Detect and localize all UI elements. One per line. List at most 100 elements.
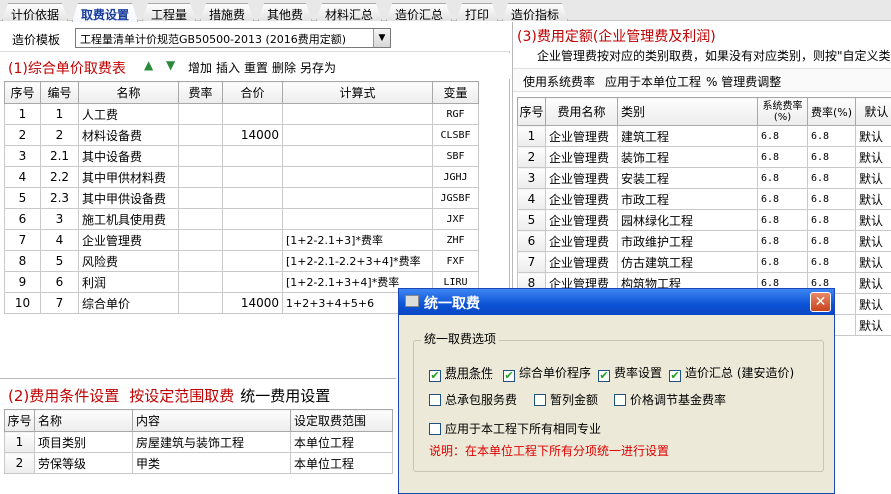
table-cell[interactable] — [222, 166, 283, 188]
table-cell[interactable]: 仿古建筑工程 — [617, 251, 758, 273]
add-button[interactable]: 增加 — [188, 59, 212, 76]
table-cell[interactable]: 1 — [4, 103, 41, 125]
table-cell[interactable] — [282, 166, 433, 188]
table-cell[interactable]: [1+2-2.1+3]*费率 — [282, 229, 433, 251]
table-cell[interactable]: 企业管理费 — [78, 229, 179, 251]
table-cell[interactable]: 6.8 — [807, 167, 856, 189]
table-cell[interactable]: 6.8 — [757, 209, 808, 231]
table-cell[interactable]: 4 — [40, 229, 79, 251]
table-cell[interactable]: 4 — [4, 166, 41, 188]
table-cell[interactable]: 2 — [517, 146, 546, 168]
tab-pricing-basis[interactable]: 计价依据 — [2, 3, 68, 21]
table-cell[interactable]: 默认 — [855, 251, 891, 273]
table-cell[interactable]: 1 — [517, 125, 546, 147]
table-row[interactable]: 6 3 施工机具使用费 JXF — [4, 208, 479, 230]
tab-other-fee[interactable]: 其他费 — [258, 3, 312, 21]
table-cell[interactable]: 2.2 — [40, 166, 79, 188]
table-cell[interactable] — [222, 208, 283, 230]
table-cell[interactable] — [222, 271, 283, 293]
table-cell[interactable]: 默认 — [855, 188, 891, 210]
checkbox-rate-setting[interactable]: ✔ 费率设置 — [598, 364, 662, 382]
table-row[interactable]: 1 企业管理费 建筑工程 6.8 6.8 默认 — [517, 125, 891, 147]
table-cell[interactable] — [178, 187, 223, 209]
table-cell[interactable]: SBF — [432, 145, 479, 167]
table-row[interactable]: 4 2.2 其中甲供材料费 JGHJ — [4, 166, 479, 188]
table-cell[interactable]: JGSBF — [432, 187, 479, 209]
table-cell[interactable]: 7 — [4, 229, 41, 251]
table-cell[interactable]: 企业管理费 — [545, 125, 618, 147]
tab-fee-settings[interactable]: 取费设置 — [72, 3, 138, 22]
table-cell[interactable] — [282, 187, 433, 209]
table-row[interactable]: 3 2.1 其中设备费 SBF — [4, 145, 479, 167]
table-cell[interactable]: 2 — [40, 124, 79, 146]
table-cell[interactable]: 项目类别 — [34, 431, 133, 453]
table-cell[interactable]: 默认 — [855, 209, 891, 231]
tab-cost-summary[interactable]: 造价汇总 — [386, 3, 452, 21]
checkbox-cost-summary[interactable]: ✔ 造价汇总 (建安造价) — [669, 364, 794, 382]
table-row[interactable]: 6 企业管理费 市政维护工程 6.8 6.8 默认 — [517, 230, 891, 252]
checkbox-box[interactable]: ✔ — [669, 370, 681, 382]
table-cell[interactable]: ZHF — [432, 229, 479, 251]
table-cell[interactable]: 施工机具使用费 — [78, 208, 179, 230]
arrow-up-icon[interactable]: ▲ — [144, 59, 156, 71]
table-cell[interactable]: 甲类 — [132, 452, 291, 474]
table-cell[interactable]: [1+2-2.1-2.2+3+4]*费率 — [282, 250, 433, 272]
table-cell[interactable]: 人工费 — [78, 103, 179, 125]
table-cell[interactable]: 市政工程 — [617, 188, 758, 210]
table-cell[interactable]: 6.8 — [757, 146, 808, 168]
table-cell[interactable] — [178, 292, 223, 314]
table-cell[interactable] — [282, 103, 433, 125]
close-icon[interactable]: ✕ — [810, 292, 831, 312]
table-cell[interactable]: 默认 — [855, 293, 891, 315]
checkbox-fee-condition[interactable]: ✔ 费用条件 — [429, 364, 493, 382]
checkbox-provisional-sum[interactable]: 暂列金额 — [534, 391, 598, 408]
table-cell[interactable]: 利润 — [78, 271, 179, 293]
checkbox-apply-same-specialty[interactable]: 应用于本工程下所有相同专业 — [429, 420, 601, 437]
table-cell[interactable]: 6.8 — [807, 251, 856, 273]
table-cell[interactable]: 默认 — [855, 125, 891, 147]
table-cell[interactable]: 综合单价 — [78, 292, 179, 314]
table-cell[interactable]: 6.8 — [807, 209, 856, 231]
table-cell[interactable]: 默认 — [855, 314, 891, 336]
table-row[interactable]: 8 5 风险费 [1+2-2.1-2.2+3+4]*费率 FXF — [4, 250, 479, 272]
table-cell[interactable]: 3 — [40, 208, 79, 230]
table-cell[interactable]: 6.8 — [807, 230, 856, 252]
table-row[interactable]: 2 2 材料设备费 14000 CLSBF — [4, 124, 479, 146]
table-cell[interactable]: 本单位工程 — [290, 431, 393, 453]
checkbox-unit-price-program[interactable]: ✔ 综合单价程序 — [503, 364, 591, 382]
table-cell[interactable]: 劳保等级 — [34, 452, 133, 474]
table-cell[interactable] — [178, 166, 223, 188]
template-select[interactable]: 工程量清单计价规范GB50500-2013 (2016费用定额) ▼ — [75, 28, 391, 48]
table-cell[interactable]: 10 — [4, 292, 41, 314]
table-cell[interactable] — [178, 250, 223, 272]
table-cell[interactable]: 2 — [4, 452, 35, 474]
checkbox-box[interactable]: ✔ — [598, 370, 610, 382]
chevron-down-icon[interactable]: ▼ — [373, 29, 390, 47]
table-cell[interactable]: 5 — [517, 209, 546, 231]
table-cell[interactable]: 默认 — [855, 272, 891, 294]
table-row[interactable]: 7 4 企业管理费 [1+2-2.1+3]*费率 ZHF — [4, 229, 479, 251]
table-cell[interactable]: 6.8 — [757, 251, 808, 273]
table-cell[interactable]: CLSBF — [432, 124, 479, 146]
table-cell[interactable]: 其中甲供材料费 — [78, 166, 179, 188]
table-cell[interactable] — [178, 145, 223, 167]
table-cell[interactable]: 14000 — [222, 124, 283, 146]
table-cell[interactable]: 2.3 — [40, 187, 79, 209]
table-cell[interactable]: 14000 — [222, 292, 283, 314]
range-fee-button[interactable]: 按设定范围取费 — [129, 387, 234, 405]
tab-material-summary[interactable]: 材料汇总 — [316, 3, 382, 21]
table-cell[interactable] — [282, 208, 433, 230]
table-row[interactable]: 1 项目类别 房屋建筑与装饰工程 本单位工程 — [4, 431, 393, 453]
tab-quantity[interactable]: 工程量 — [142, 3, 196, 21]
table-cell[interactable]: 企业管理费 — [545, 146, 618, 168]
table-cell[interactable]: 默认 — [855, 146, 891, 168]
table-cell[interactable]: 其中设备费 — [78, 145, 179, 167]
table-cell[interactable]: 6 — [40, 271, 79, 293]
use-system-rate-button[interactable]: 使用系统费率 — [523, 73, 595, 90]
delete-button[interactable]: 删除 — [272, 59, 296, 76]
table-cell[interactable]: 6.8 — [757, 230, 808, 252]
checkbox-general-contract-fee[interactable]: 总承包服务费 — [429, 391, 517, 408]
table-cell[interactable]: 7 — [517, 251, 546, 273]
table-row[interactable]: 5 企业管理费 园林绿化工程 6.8 6.8 默认 — [517, 209, 891, 231]
table-cell[interactable]: 4 — [517, 188, 546, 210]
